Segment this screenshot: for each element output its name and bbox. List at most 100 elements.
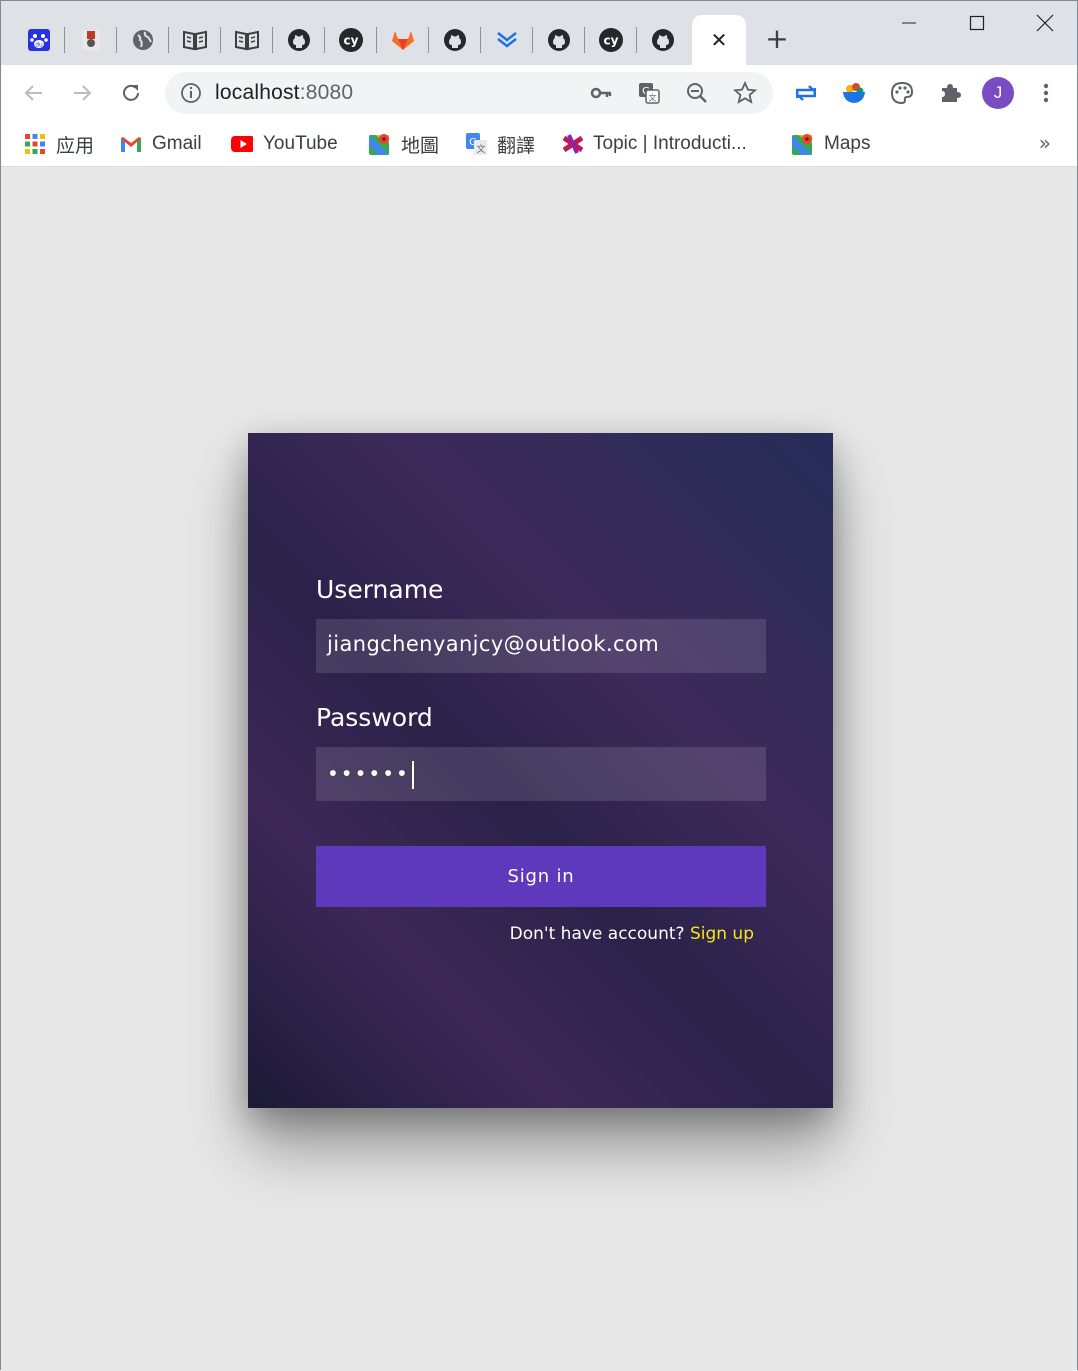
url-text[interactable]: localhost:8080 bbox=[215, 81, 353, 105]
bookmark-maps[interactable]: Maps bbox=[792, 129, 870, 159]
tab-globe[interactable] bbox=[117, 15, 169, 65]
sign-in-button[interactable]: Sign in bbox=[316, 846, 766, 907]
book-icon bbox=[235, 30, 259, 51]
bookmark-label: Topic | Introducti... bbox=[593, 133, 747, 154]
tab-book-2[interactable] bbox=[221, 15, 273, 65]
tab-download[interactable] bbox=[481, 15, 533, 65]
tab-app[interactable] bbox=[65, 15, 117, 65]
tab-github-3[interactable] bbox=[533, 15, 585, 65]
github-icon bbox=[652, 29, 674, 51]
reload-icon bbox=[123, 84, 139, 101]
info-icon[interactable] bbox=[179, 81, 203, 105]
cypress-icon: cy bbox=[339, 28, 363, 52]
minimize-button[interactable] bbox=[875, 1, 943, 45]
address-bar[interactable]: localhost:8080 G文 bbox=[165, 72, 773, 114]
close-window-icon bbox=[1036, 14, 1054, 32]
bookmark-translate[interactable]: G文 翻譯 bbox=[465, 129, 535, 159]
globe-icon bbox=[133, 30, 153, 50]
tab-baidu[interactable]: du bbox=[13, 15, 65, 65]
tab-cypress-2[interactable]: cy bbox=[585, 15, 637, 65]
bookmark-label: 翻譯 bbox=[497, 135, 536, 157]
page-viewport: Username jiangchenyanjcy@outlook.com Pas… bbox=[1, 168, 1077, 1371]
bookmark-label: Gmail bbox=[152, 133, 202, 154]
tab-strip: du cy cy ✕ + bbox=[1, 1, 1077, 65]
maps-icon bbox=[369, 133, 391, 155]
palette-icon bbox=[890, 81, 914, 105]
bookmark-apps[interactable]: 应用 bbox=[24, 129, 94, 159]
sign-up-link[interactable]: Sign up bbox=[690, 924, 754, 944]
username-label: Username bbox=[316, 575, 444, 604]
password-label: Password bbox=[316, 703, 433, 732]
bookmark-gmail[interactable]: Gmail bbox=[120, 129, 202, 159]
github-icon bbox=[548, 29, 570, 51]
back-arrow-icon bbox=[24, 85, 42, 101]
bowl-icon bbox=[843, 83, 865, 103]
signup-prompt: Don't have account? Sign up bbox=[510, 924, 754, 944]
maximize-button[interactable] bbox=[943, 1, 1011, 45]
tab-active[interactable]: ✕ bbox=[692, 15, 746, 65]
no-account-text: Don't have account? bbox=[509, 924, 690, 944]
svg-text:cy: cy bbox=[604, 34, 619, 48]
bookmarks-bar: 应用 Gmail YouTube 地圖 G文 翻譯 Topic | Introd… bbox=[1, 121, 1077, 167]
key-icon[interactable] bbox=[589, 81, 613, 105]
github-icon bbox=[288, 29, 310, 51]
sync-extension-button[interactable] bbox=[790, 77, 822, 109]
close-window-button[interactable] bbox=[1011, 1, 1078, 45]
tab-cypress-1[interactable]: cy bbox=[325, 15, 377, 65]
gmail-icon bbox=[120, 133, 142, 155]
baidu-icon: du bbox=[28, 29, 50, 51]
svg-text:cy: cy bbox=[344, 34, 359, 48]
bookmark-star-icon[interactable] bbox=[733, 81, 757, 105]
tab-gitlab[interactable] bbox=[377, 15, 429, 65]
bookmark-label: 地圖 bbox=[401, 135, 440, 157]
text-caret bbox=[411, 761, 414, 789]
back-button[interactable] bbox=[18, 77, 50, 109]
new-tab-button[interactable]: + bbox=[761, 23, 793, 55]
bookmarks-overflow-button[interactable]: » bbox=[1039, 131, 1051, 155]
bookmark-topic[interactable]: Topic | Introducti... bbox=[561, 129, 747, 159]
book-icon bbox=[183, 30, 207, 51]
cypress-icon: cy bbox=[599, 28, 623, 52]
tab-github-4[interactable] bbox=[637, 15, 689, 65]
close-tab-icon[interactable]: ✕ bbox=[711, 28, 728, 52]
tab-book-1[interactable] bbox=[169, 15, 221, 65]
profile-button[interactable]: J bbox=[982, 77, 1014, 109]
tab-github-1[interactable] bbox=[273, 15, 325, 65]
tab-github-2[interactable] bbox=[429, 15, 481, 65]
username-field[interactable]: jiangchenyanjcy@outlook.com bbox=[316, 619, 766, 673]
palette-extension-button[interactable] bbox=[886, 77, 918, 109]
sync-icon bbox=[795, 85, 817, 101]
translate-icon: G文 bbox=[465, 133, 487, 155]
bowl-extension-button[interactable] bbox=[838, 77, 870, 109]
maps-icon bbox=[792, 133, 814, 155]
menu-button[interactable] bbox=[1030, 77, 1062, 109]
browser-toolbar: localhost:8080 G文 J bbox=[1, 65, 1077, 121]
kebab-menu-icon bbox=[1043, 83, 1049, 103]
apps-grid-icon bbox=[24, 133, 46, 155]
topic-icon bbox=[561, 133, 583, 155]
svg-text:文: 文 bbox=[649, 93, 657, 103]
password-field[interactable]: •••••• bbox=[316, 747, 766, 801]
youtube-icon bbox=[231, 133, 253, 155]
maximize-icon bbox=[969, 15, 985, 31]
gitlab-icon bbox=[392, 31, 414, 50]
bookmark-youtube[interactable]: YouTube bbox=[231, 129, 338, 159]
translate-page-icon[interactable]: G文 bbox=[637, 81, 661, 105]
password-value: •••••• bbox=[327, 761, 414, 789]
zoom-out-icon[interactable] bbox=[685, 81, 709, 105]
puzzle-icon bbox=[942, 84, 961, 102]
forward-arrow-icon bbox=[74, 85, 92, 101]
login-card: Username jiangchenyanjcy@outlook.com Pas… bbox=[248, 433, 833, 1108]
forward-button[interactable] bbox=[66, 77, 98, 109]
download-icon bbox=[497, 32, 517, 48]
extensions-button[interactable] bbox=[934, 77, 966, 109]
bookmark-maps-zh[interactable]: 地圖 bbox=[369, 129, 439, 159]
browser-window: du cy cy ✕ + localhost:8080 文 J 应用 Gmail… bbox=[0, 0, 1078, 1371]
reload-button[interactable] bbox=[115, 77, 147, 109]
svg-text:du: du bbox=[35, 42, 43, 49]
github-icon bbox=[444, 29, 466, 51]
app-icon bbox=[82, 30, 100, 50]
bookmark-label: 应用 bbox=[56, 135, 95, 157]
bookmark-label: YouTube bbox=[263, 133, 338, 154]
minimize-icon bbox=[902, 22, 916, 24]
